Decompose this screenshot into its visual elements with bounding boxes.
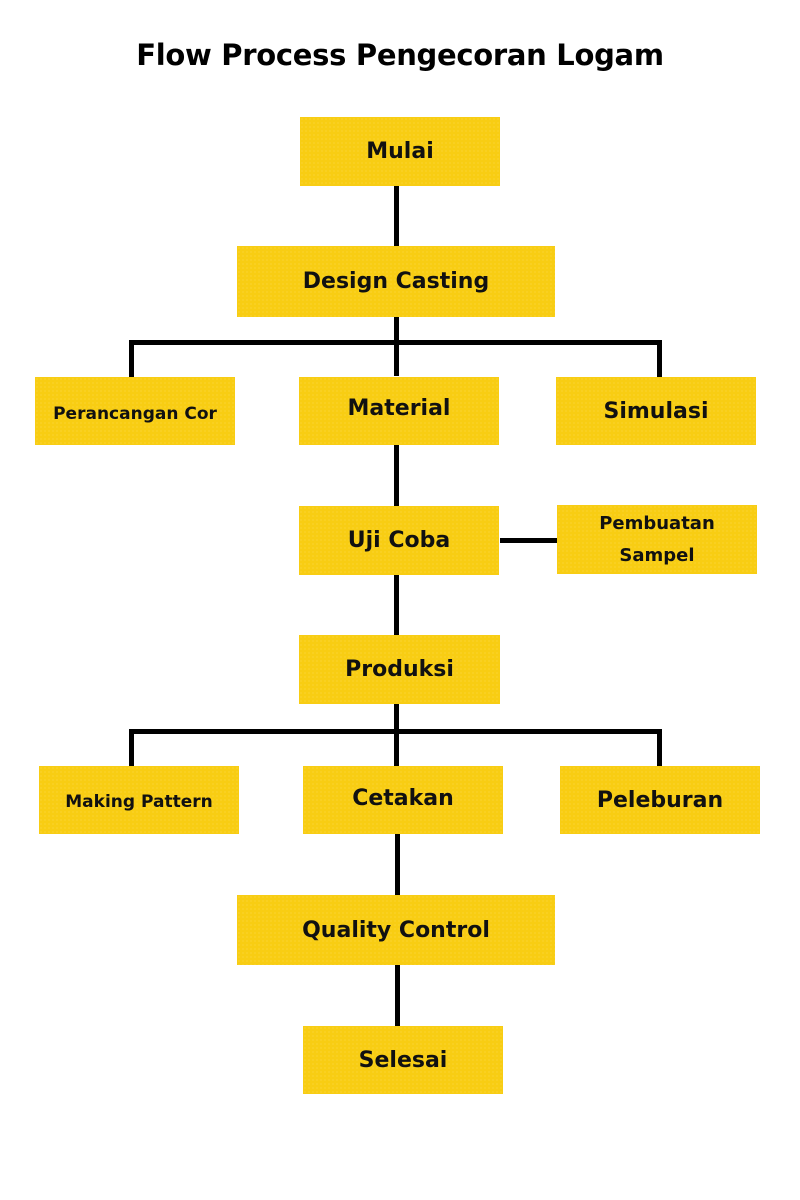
node-design-casting: Design Casting <box>237 246 555 317</box>
node-pembuatan-sampel-line1: Pembuatan <box>599 512 715 534</box>
connector-cetakan-qc <box>395 834 400 895</box>
node-simulasi: Simulasi <box>556 377 756 445</box>
connector-to-perancangan <box>129 340 134 377</box>
connector-produksi-branch-bar <box>129 729 662 734</box>
node-mulai: Mulai <box>300 117 500 186</box>
connector-design-branch-bar <box>129 340 662 345</box>
connector-produksi-down <box>394 704 399 766</box>
node-pembuatan-sampel-line2: Sampel <box>619 544 695 566</box>
node-produksi: Produksi <box>299 635 500 704</box>
node-uji-coba: Uji Coba <box>299 506 499 575</box>
node-quality-control: Quality Control <box>237 895 555 965</box>
node-making-pattern: Making Pattern <box>39 766 239 834</box>
connector-design-down <box>394 317 399 376</box>
connector-mulai-design <box>394 186 399 246</box>
connector-ujicoba-produksi <box>394 575 399 635</box>
node-perancangan-cor: Perancangan Cor <box>35 377 235 445</box>
connector-material-ujicoba <box>394 445 399 506</box>
node-pembuatan-sampel: Pembuatan Sampel <box>557 505 757 574</box>
node-selesai: Selesai <box>303 1026 503 1094</box>
connector-ujicoba-sampel <box>500 538 557 543</box>
connector-to-making-pattern <box>129 729 134 766</box>
node-peleburan: Peleburan <box>560 766 760 834</box>
node-cetakan: Cetakan <box>303 766 503 834</box>
node-material: Material <box>299 377 499 445</box>
connector-qc-selesai <box>395 965 400 1026</box>
diagram-title: Flow Process Pengecoran Logam <box>136 38 664 72</box>
connector-to-simulasi <box>657 340 662 377</box>
connector-to-peleburan <box>657 729 662 766</box>
